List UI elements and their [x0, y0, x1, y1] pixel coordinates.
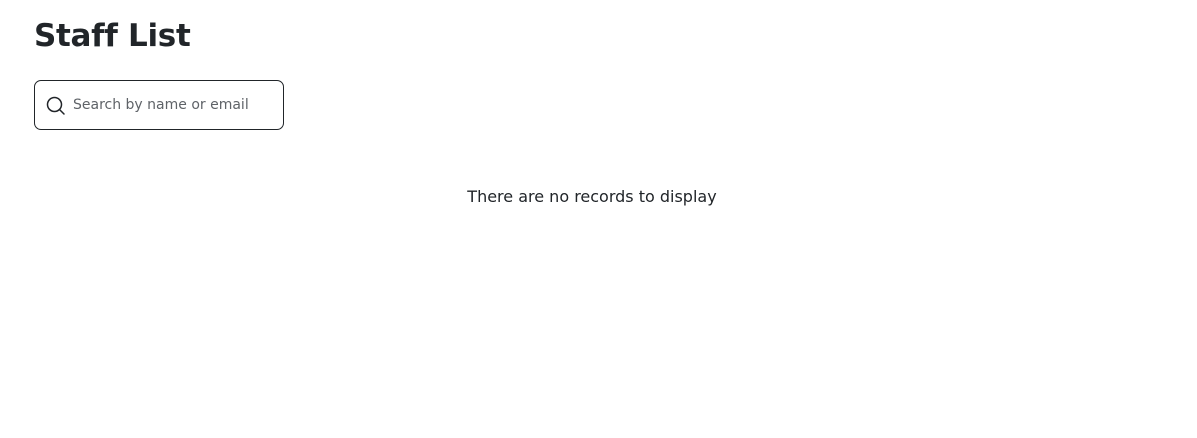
search-box[interactable] [34, 80, 284, 130]
search-icon [46, 96, 66, 116]
empty-state-message: There are no records to display [467, 187, 717, 206]
staff-list-page: Staff List There are no records to displ… [0, 0, 1197, 438]
page-title: Staff List [34, 18, 191, 54]
search-input[interactable] [73, 81, 273, 129]
